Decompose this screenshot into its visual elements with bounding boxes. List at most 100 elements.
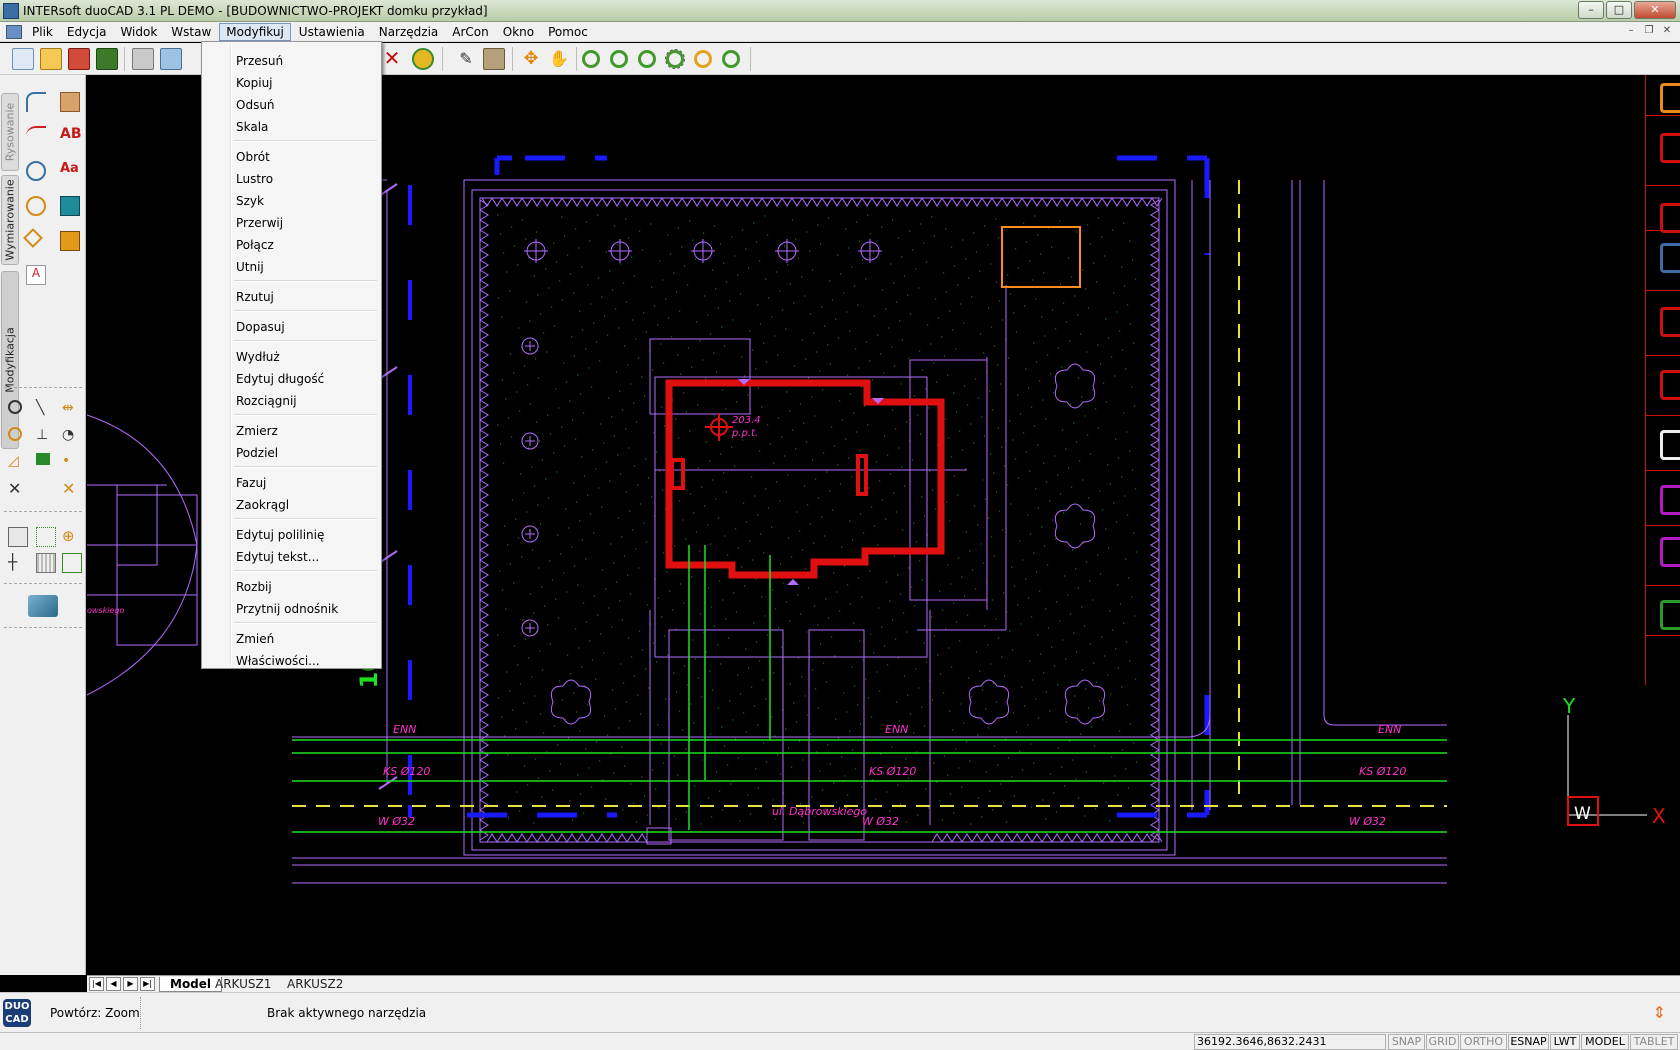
zoom-previous-icon[interactable] xyxy=(694,50,712,68)
mdi-close-button[interactable]: ✕ xyxy=(1660,24,1674,38)
menu-okno[interactable]: Okno xyxy=(497,24,540,40)
status-flag-model[interactable]: MODEL xyxy=(1581,1034,1629,1050)
perpendicular-icon[interactable]: ⊥ xyxy=(36,427,56,447)
right-panel-tool-5[interactable] xyxy=(1660,370,1680,400)
line-mod-icon[interactable]: ╲ xyxy=(36,400,56,420)
menu-item-mirror[interactable]: Lustro xyxy=(236,170,273,188)
delete-icon[interactable]: ✕ xyxy=(381,48,403,70)
menu-item-break[interactable]: Przerwij xyxy=(236,214,283,232)
menu-arcon[interactable]: ArCon xyxy=(446,24,494,40)
grid-settings-icon[interactable] xyxy=(36,527,56,547)
tangent-icon[interactable]: ◔ xyxy=(62,427,82,447)
close-button[interactable]: ✕ xyxy=(1634,1,1676,19)
hand-icon[interactable]: ✋ xyxy=(548,48,570,70)
menu-item-offset[interactable]: Odsuń xyxy=(236,96,275,114)
status-flag-esnap[interactable]: ESNAP xyxy=(1508,1034,1549,1050)
arc-tool-icon[interactable] xyxy=(26,126,46,146)
mdi-minimize-button[interactable]: – xyxy=(1624,24,1638,38)
menu-item-join[interactable]: Połącz xyxy=(236,236,274,254)
menu-pomoc[interactable]: Pomoc xyxy=(542,24,594,40)
tab-wymiarowanie[interactable]: Wymiarowanie xyxy=(1,175,19,265)
snap-settings-icon[interactable] xyxy=(8,527,28,547)
menu-item-array[interactable]: Szyk xyxy=(236,192,264,210)
zoom-window-icon[interactable] xyxy=(638,50,656,68)
zoom-extents-icon[interactable] xyxy=(665,49,685,69)
attribute-tool-icon[interactable]: A xyxy=(26,265,46,285)
right-panel-tool-7[interactable] xyxy=(1660,485,1680,515)
tab-modyfikacja[interactable]: Modyfikacja xyxy=(1,271,19,449)
right-panel-tool-4[interactable] xyxy=(1660,307,1680,337)
right-panel-tool-9[interactable] xyxy=(1660,600,1680,630)
menu-item-edit-polyline[interactable]: Edytuj polilinię xyxy=(236,526,324,544)
menu-modyfikuj[interactable]: Modyfikuj xyxy=(219,22,291,41)
menu-item-fillet[interactable]: Zaokrągl xyxy=(236,496,289,514)
layer-stack-icon[interactable] xyxy=(28,595,58,617)
right-panel-tool-2[interactable] xyxy=(1660,203,1680,233)
new-file-icon[interactable] xyxy=(12,48,34,70)
tab-rysowanie[interactable]: Rysowanie xyxy=(1,93,19,171)
right-panel-tool-3[interactable] xyxy=(1660,243,1680,273)
osnap-settings-icon[interactable]: ┼ xyxy=(8,553,28,573)
menu-edycja[interactable]: Edycja xyxy=(61,24,113,40)
repeat-command[interactable]: Powtórz: Zoom xyxy=(50,1006,140,1020)
cross-mod-icon[interactable]: ✕ xyxy=(8,479,28,499)
circle-tool-icon[interactable] xyxy=(26,161,46,181)
insert-block-icon[interactable] xyxy=(60,196,80,216)
layers-icon[interactable] xyxy=(483,48,505,70)
right-panel-tool-1[interactable] xyxy=(1660,133,1680,163)
status-flag-lwt[interactable]: LWT xyxy=(1550,1034,1580,1050)
pattern-settings-icon[interactable] xyxy=(36,553,56,573)
circle-select-icon[interactable] xyxy=(8,400,22,414)
right-panel-tool-8[interactable] xyxy=(1660,537,1680,567)
polyline-tool-icon[interactable] xyxy=(26,92,46,112)
maximize-button[interactable]: □ xyxy=(1606,1,1632,19)
ellipse-tool-icon[interactable] xyxy=(26,196,46,216)
pan-realtime-icon[interactable]: ✥ xyxy=(520,48,542,70)
frame-settings-icon[interactable] xyxy=(62,553,82,573)
app-icon[interactable] xyxy=(3,2,19,19)
right-panel-tool-6[interactable] xyxy=(1660,430,1680,460)
brush-icon[interactable]: ✎ xyxy=(455,48,477,70)
right-panel-tool-0[interactable] xyxy=(1660,83,1680,113)
fill-mod-icon[interactable] xyxy=(36,453,50,465)
menu-item-copy[interactable]: Kopiuj xyxy=(236,74,273,92)
menu-item-stretch[interactable]: Rozciągnij xyxy=(236,392,297,410)
angle-mod-icon[interactable]: ◿ xyxy=(8,453,28,473)
print-icon[interactable] xyxy=(132,48,154,70)
document-icon[interactable] xyxy=(6,24,22,39)
menu-item-properties[interactable]: Właściwości... xyxy=(236,652,320,670)
help-icon[interactable] xyxy=(412,48,434,70)
menu-item-chamfer[interactable]: Fazuj xyxy=(236,474,266,492)
menu-plik[interactable]: Plik xyxy=(26,24,59,40)
menu-item-trim[interactable]: Utnij xyxy=(236,258,264,276)
status-flag-grid[interactable]: GRID xyxy=(1426,1034,1459,1050)
menu-item-extend[interactable]: Wydłuż xyxy=(236,348,280,366)
menu-ustawienia[interactable]: Ustawienia xyxy=(293,24,371,40)
intersection-mod-icon[interactable]: ✕ xyxy=(62,479,82,499)
compass-icon[interactable]: ⇕ xyxy=(1653,1003,1666,1022)
menu-item-clip-xref[interactable]: Przytnij odnośnik xyxy=(236,600,338,618)
menu-item-scale[interactable]: Skala xyxy=(236,118,268,136)
first-tab-button[interactable]: |◀ xyxy=(89,977,104,991)
save-icon[interactable] xyxy=(68,48,90,70)
point-tool-icon[interactable] xyxy=(23,228,43,248)
table-tool-icon[interactable] xyxy=(60,231,80,251)
dot-mod-icon[interactable]: • xyxy=(62,453,82,473)
zoom-all-icon[interactable] xyxy=(722,50,740,68)
menu-item-explode[interactable]: Rozbij xyxy=(236,578,272,596)
center-mod-icon[interactable] xyxy=(8,427,22,441)
menu-item-project[interactable]: Rzutuj xyxy=(236,288,274,306)
menu-narzedzia[interactable]: Narzędzia xyxy=(373,24,445,40)
last-tab-button[interactable]: ▶| xyxy=(140,977,155,991)
next-tab-button[interactable]: ▶ xyxy=(123,977,138,991)
open-folder-icon[interactable] xyxy=(40,48,62,70)
status-flag-snap[interactable]: SNAP xyxy=(1388,1034,1425,1050)
trim-mod-icon[interactable]: ⇹ xyxy=(62,400,82,420)
menu-wstaw[interactable]: Wstaw xyxy=(165,24,217,40)
text-tool-icon[interactable]: AB xyxy=(60,126,82,146)
menu-widok[interactable]: Widok xyxy=(114,24,163,40)
prev-tab-button[interactable]: ◀ xyxy=(106,977,121,991)
zoom-in-icon[interactable] xyxy=(582,50,600,68)
menu-item-edit-text[interactable]: Edytuj tekst... xyxy=(236,548,319,566)
tab-arkusz2[interactable]: ARKUSZ2 xyxy=(277,977,353,992)
